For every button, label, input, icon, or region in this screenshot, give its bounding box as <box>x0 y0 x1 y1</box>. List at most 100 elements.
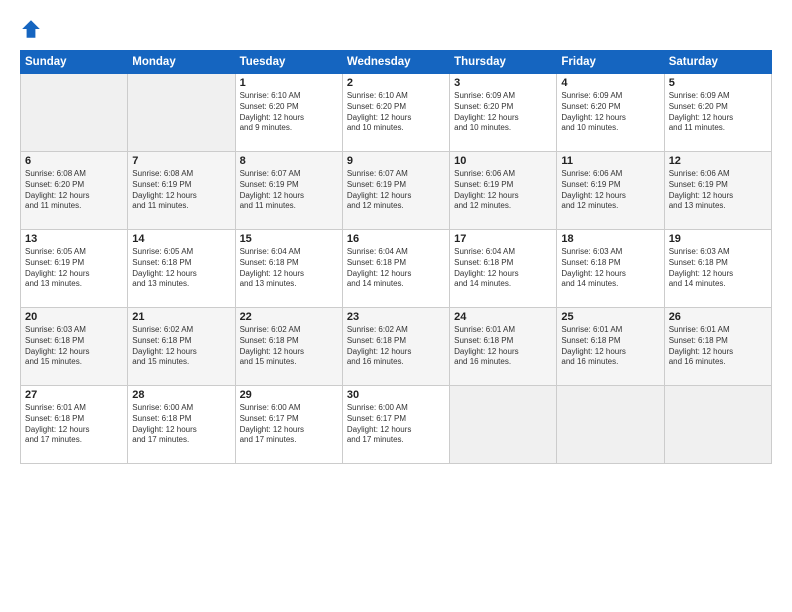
day-number: 26 <box>669 311 767 323</box>
day-cell: 15 Sunrise: 6:04 AM Sunset: 6:18 PM Dayli… <box>235 230 342 308</box>
day-cell <box>664 386 771 464</box>
day-cell <box>450 386 557 464</box>
day-number: 13 <box>25 233 123 245</box>
day-number: 22 <box>240 311 338 323</box>
day-cell: 29 Sunrise: 6:00 AM Sunset: 6:17 PM Dayli… <box>235 386 342 464</box>
day-cell: 18 Sunrise: 6:03 AM Sunset: 6:18 PM Dayli… <box>557 230 664 308</box>
day-cell: 27Sunrise: 6:01 AM Sunset: 6:18 PM Dayli… <box>21 386 128 464</box>
week-row: 13 Sunrise: 6:05 AM Sunset: 6:19 PM Dayli… <box>21 230 772 308</box>
day-cell: 10 Sunrise: 6:06 AM Sunset: 6:19 PM Dayli… <box>450 152 557 230</box>
day-detail: Sunrise: 6:05 AM Sunset: 6:18 PM Dayligh… <box>132 247 230 290</box>
day-cell: 16 Sunrise: 6:04 AM Sunset: 6:18 PM Dayli… <box>342 230 449 308</box>
day-detail: Sunrise: 6:06 AM Sunset: 6:19 PM Dayligh… <box>669 169 767 212</box>
day-number: 12 <box>669 155 767 167</box>
day-cell: 22 Sunrise: 6:02 AM Sunset: 6:18 PM Dayli… <box>235 308 342 386</box>
header <box>20 18 772 40</box>
header-cell-wednesday: Wednesday <box>342 51 449 74</box>
day-detail: Sunrise: 6:06 AM Sunset: 6:19 PM Dayligh… <box>454 169 552 212</box>
day-number: 4 <box>561 77 659 89</box>
day-cell: 6 Sunrise: 6:08 AM Sunset: 6:20 PM Daylig… <box>21 152 128 230</box>
header-cell-sunday: Sunday <box>21 51 128 74</box>
day-detail: Sunrise: 6:02 AM Sunset: 6:18 PM Dayligh… <box>132 325 230 368</box>
day-cell: 12 Sunrise: 6:06 AM Sunset: 6:19 PM Dayli… <box>664 152 771 230</box>
day-number: 15 <box>240 233 338 245</box>
day-number: 3 <box>454 77 552 89</box>
header-row: SundayMondayTuesdayWednesdayThursdayFrid… <box>21 51 772 74</box>
calendar-page: SundayMondayTuesdayWednesdayThursdayFrid… <box>0 0 792 612</box>
day-detail: Sunrise: 6:01 AM Sunset: 6:18 PM Dayligh… <box>561 325 659 368</box>
day-number: 21 <box>132 311 230 323</box>
day-cell: 26 Sunrise: 6:01 AM Sunset: 6:18 PM Dayli… <box>664 308 771 386</box>
week-row: 1 Sunrise: 6:10 AM Sunset: 6:20 PM Daylig… <box>21 74 772 152</box>
day-number: 1 <box>240 77 338 89</box>
day-cell: 9Sunrise: 6:07 AM Sunset: 6:19 PM Daylig… <box>342 152 449 230</box>
day-cell: 8Sunrise: 6:07 AM Sunset: 6:19 PM Daylig… <box>235 152 342 230</box>
day-cell <box>21 74 128 152</box>
day-cell: 11Sunrise: 6:06 AM Sunset: 6:19 PM Dayli… <box>557 152 664 230</box>
day-cell: 21 Sunrise: 6:02 AM Sunset: 6:18 PM Dayli… <box>128 308 235 386</box>
day-detail: Sunrise: 6:01 AM Sunset: 6:18 PM Dayligh… <box>669 325 767 368</box>
day-detail: Sunrise: 6:02 AM Sunset: 6:18 PM Dayligh… <box>240 325 338 368</box>
day-cell: 5 Sunrise: 6:09 AM Sunset: 6:20 PM Daylig… <box>664 74 771 152</box>
day-detail: Sunrise: 6:03 AM Sunset: 6:18 PM Dayligh… <box>25 325 123 368</box>
day-detail: Sunrise: 6:00 AM Sunset: 6:17 PM Dayligh… <box>347 403 445 446</box>
week-row: 6 Sunrise: 6:08 AM Sunset: 6:20 PM Daylig… <box>21 152 772 230</box>
day-detail: Sunrise: 6:10 AM Sunset: 6:20 PM Dayligh… <box>347 91 445 134</box>
day-detail: Sunrise: 6:04 AM Sunset: 6:18 PM Dayligh… <box>240 247 338 290</box>
week-row: 20Sunrise: 6:03 AM Sunset: 6:18 PM Dayli… <box>21 308 772 386</box>
header-cell-monday: Monday <box>128 51 235 74</box>
week-row: 27Sunrise: 6:01 AM Sunset: 6:18 PM Dayli… <box>21 386 772 464</box>
day-cell: 4 Sunrise: 6:09 AM Sunset: 6:20 PM Daylig… <box>557 74 664 152</box>
day-cell: 1 Sunrise: 6:10 AM Sunset: 6:20 PM Daylig… <box>235 74 342 152</box>
day-number: 6 <box>25 155 123 167</box>
day-cell <box>557 386 664 464</box>
day-number: 17 <box>454 233 552 245</box>
day-number: 11 <box>561 155 659 167</box>
day-detail: Sunrise: 6:04 AM Sunset: 6:18 PM Dayligh… <box>347 247 445 290</box>
day-cell: 30 Sunrise: 6:00 AM Sunset: 6:17 PM Dayli… <box>342 386 449 464</box>
day-cell: 19 Sunrise: 6:03 AM Sunset: 6:18 PM Dayli… <box>664 230 771 308</box>
day-number: 16 <box>347 233 445 245</box>
day-number: 7 <box>132 155 230 167</box>
day-cell: 14Sunrise: 6:05 AM Sunset: 6:18 PM Dayli… <box>128 230 235 308</box>
day-detail: Sunrise: 6:04 AM Sunset: 6:18 PM Dayligh… <box>454 247 552 290</box>
day-number: 18 <box>561 233 659 245</box>
day-detail: Sunrise: 6:07 AM Sunset: 6:19 PM Dayligh… <box>347 169 445 212</box>
day-cell <box>128 74 235 152</box>
day-number: 27 <box>25 389 123 401</box>
day-number: 30 <box>347 389 445 401</box>
header-cell-friday: Friday <box>557 51 664 74</box>
day-detail: Sunrise: 6:09 AM Sunset: 6:20 PM Dayligh… <box>454 91 552 134</box>
day-number: 5 <box>669 77 767 89</box>
header-cell-tuesday: Tuesday <box>235 51 342 74</box>
day-number: 29 <box>240 389 338 401</box>
day-number: 19 <box>669 233 767 245</box>
day-detail: Sunrise: 6:03 AM Sunset: 6:18 PM Dayligh… <box>669 247 767 290</box>
logo-icon <box>20 18 42 40</box>
day-cell: 7Sunrise: 6:08 AM Sunset: 6:19 PM Daylig… <box>128 152 235 230</box>
day-detail: Sunrise: 6:02 AM Sunset: 6:18 PM Dayligh… <box>347 325 445 368</box>
day-detail: Sunrise: 6:09 AM Sunset: 6:20 PM Dayligh… <box>669 91 767 134</box>
day-detail: Sunrise: 6:08 AM Sunset: 6:20 PM Dayligh… <box>25 169 123 212</box>
day-number: 10 <box>454 155 552 167</box>
day-detail: Sunrise: 6:01 AM Sunset: 6:18 PM Dayligh… <box>454 325 552 368</box>
day-detail: Sunrise: 6:10 AM Sunset: 6:20 PM Dayligh… <box>240 91 338 134</box>
day-cell: 13 Sunrise: 6:05 AM Sunset: 6:19 PM Dayli… <box>21 230 128 308</box>
day-number: 23 <box>347 311 445 323</box>
day-detail: Sunrise: 6:09 AM Sunset: 6:20 PM Dayligh… <box>561 91 659 134</box>
day-number: 28 <box>132 389 230 401</box>
day-detail: Sunrise: 6:00 AM Sunset: 6:18 PM Dayligh… <box>132 403 230 446</box>
day-cell: 20Sunrise: 6:03 AM Sunset: 6:18 PM Dayli… <box>21 308 128 386</box>
day-detail: Sunrise: 6:03 AM Sunset: 6:18 PM Dayligh… <box>561 247 659 290</box>
day-detail: Sunrise: 6:00 AM Sunset: 6:17 PM Dayligh… <box>240 403 338 446</box>
day-detail: Sunrise: 6:05 AM Sunset: 6:19 PM Dayligh… <box>25 247 123 290</box>
day-cell: 25Sunrise: 6:01 AM Sunset: 6:18 PM Dayli… <box>557 308 664 386</box>
header-cell-thursday: Thursday <box>450 51 557 74</box>
day-cell: 24Sunrise: 6:01 AM Sunset: 6:18 PM Dayli… <box>450 308 557 386</box>
day-cell: 3 Sunrise: 6:09 AM Sunset: 6:20 PM Daylig… <box>450 74 557 152</box>
day-detail: Sunrise: 6:07 AM Sunset: 6:19 PM Dayligh… <box>240 169 338 212</box>
logo <box>20 18 46 40</box>
calendar-table: SundayMondayTuesdayWednesdayThursdayFrid… <box>20 50 772 464</box>
day-cell: 17 Sunrise: 6:04 AM Sunset: 6:18 PM Dayli… <box>450 230 557 308</box>
day-number: 2 <box>347 77 445 89</box>
